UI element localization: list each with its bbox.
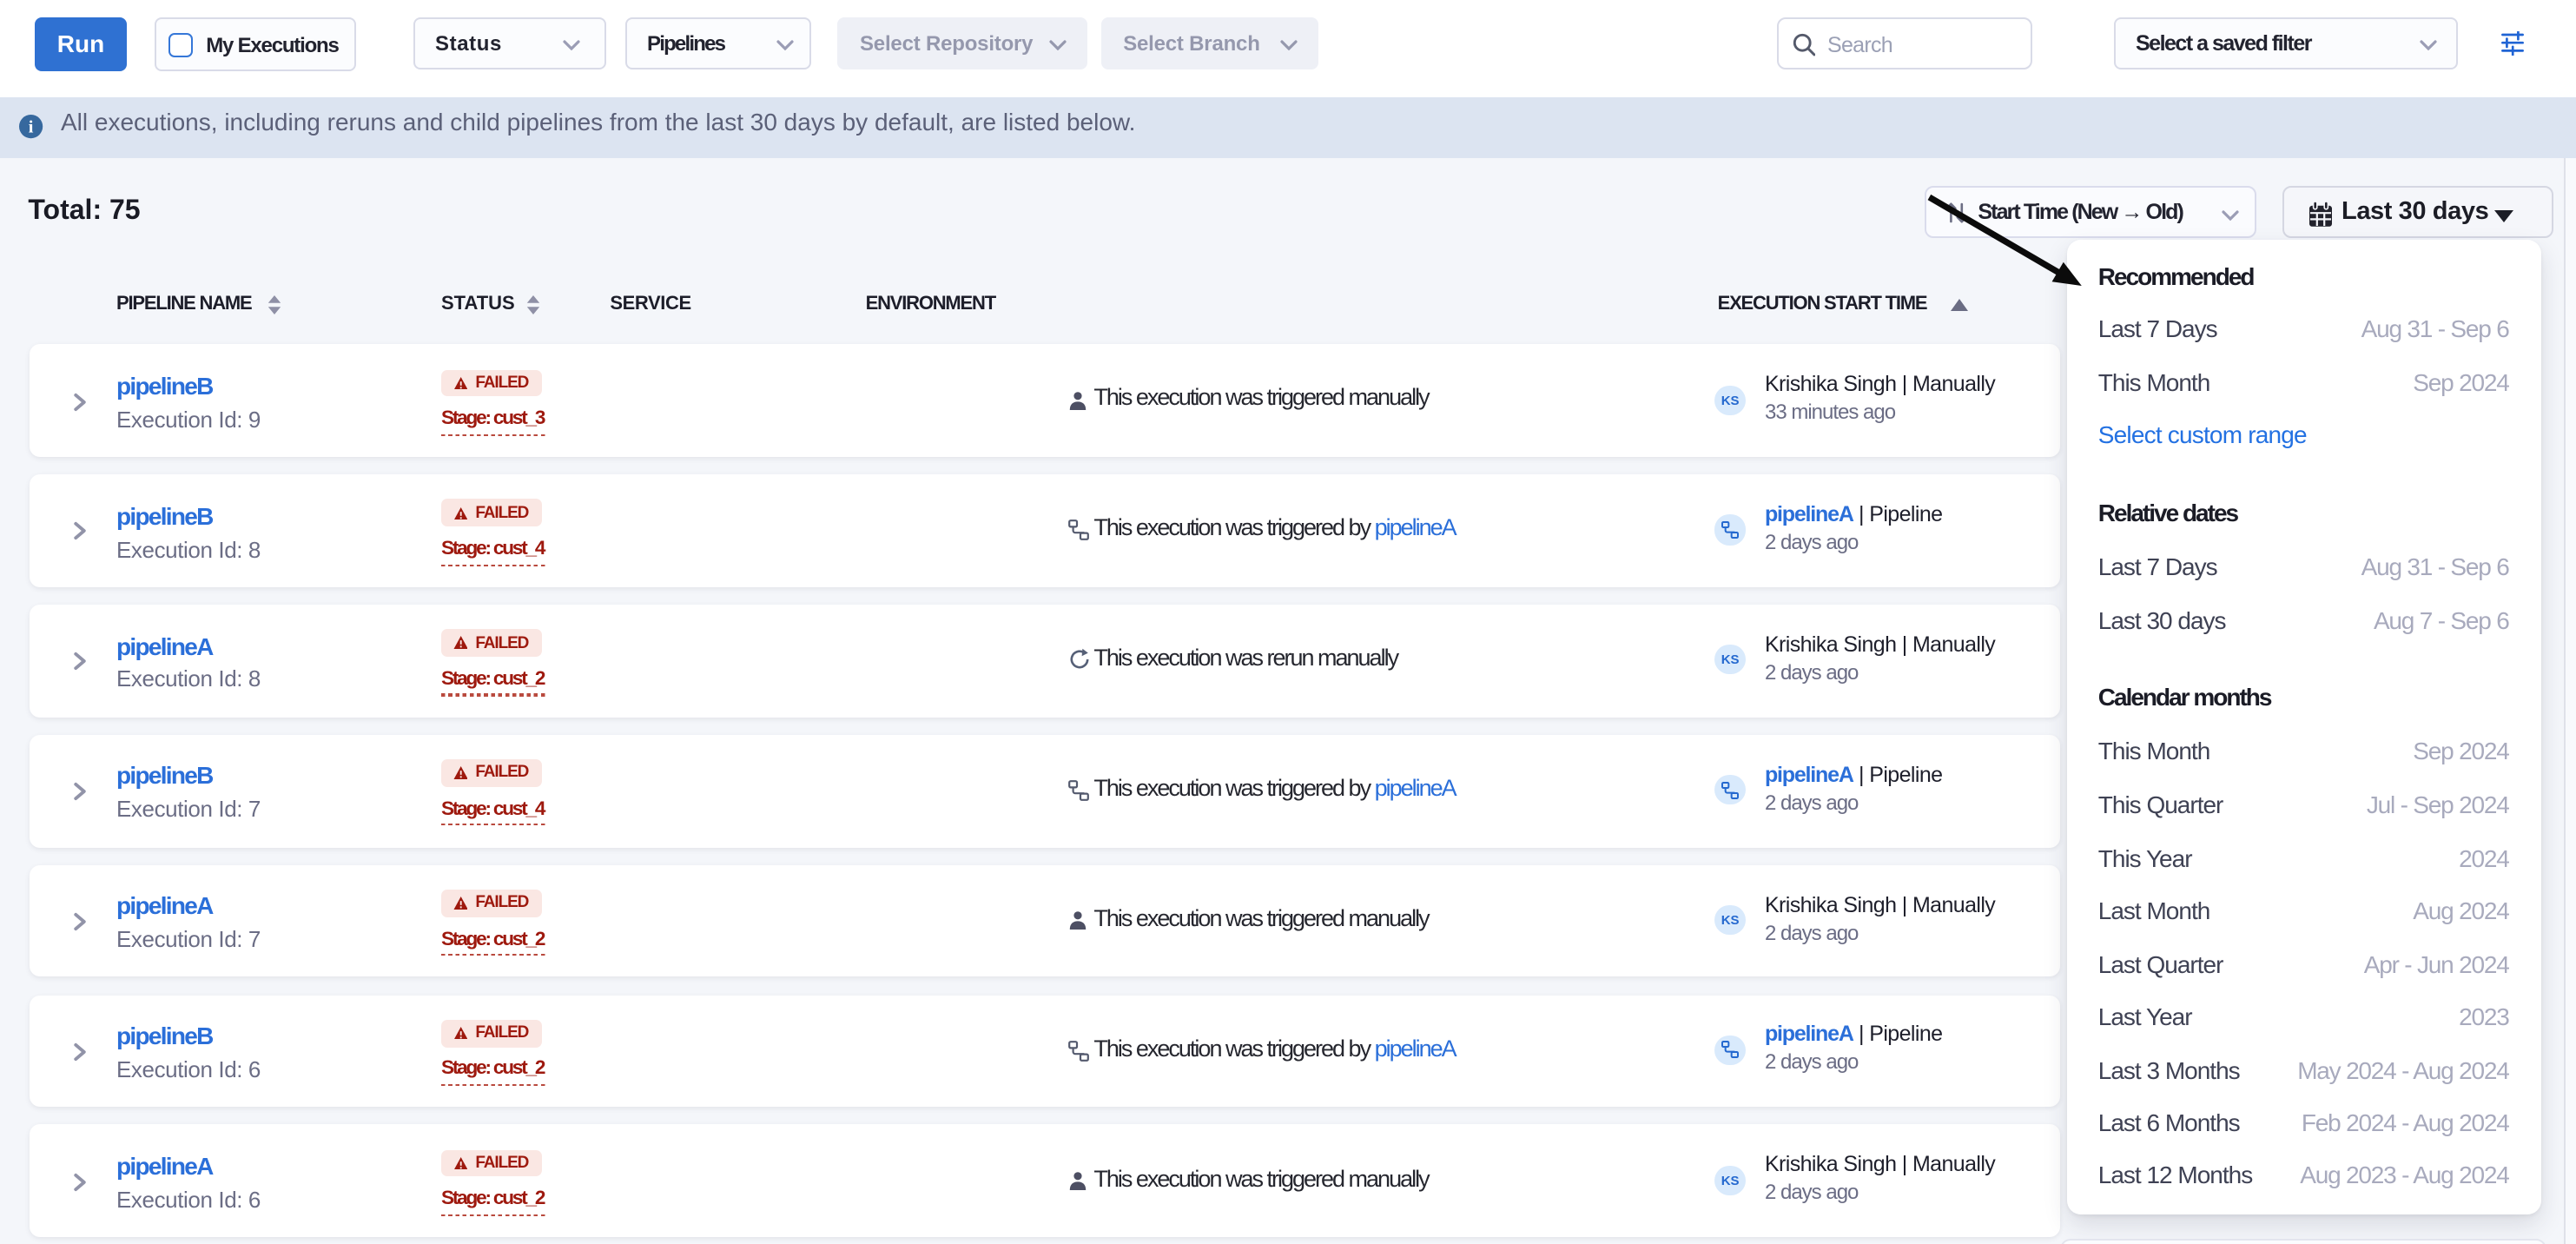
svg-text:i: i <box>30 118 35 137</box>
